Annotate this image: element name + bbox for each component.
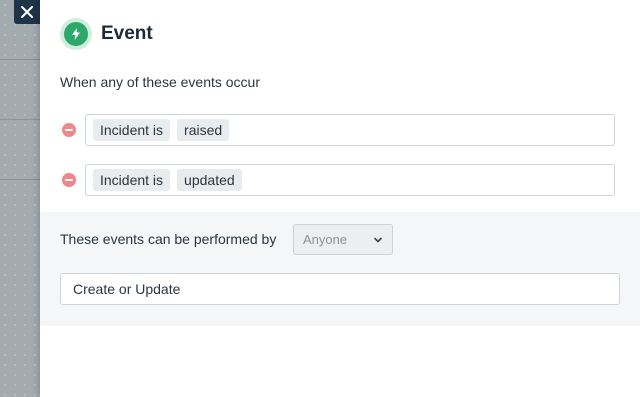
event-condition-field[interactable]: Incident is raised: [85, 114, 615, 146]
events-intro-text: When any of these events occur: [60, 74, 260, 90]
event-panel: Event When any of these events occur Inc…: [40, 0, 640, 397]
close-icon: [21, 6, 33, 18]
event-condition-field[interactable]: Incident is updated: [85, 164, 615, 196]
event-subject-chip: Incident is: [93, 119, 171, 141]
chevron-down-icon: [374, 237, 382, 243]
background-divider: [0, 59, 40, 60]
event-type-badge: [60, 18, 92, 50]
event-action-chip[interactable]: raised: [177, 119, 230, 141]
performer-selected-value: Anyone: [303, 232, 348, 247]
performer-select[interactable]: Anyone: [293, 224, 393, 255]
event-action-chip[interactable]: updated: [177, 169, 242, 191]
panel-header: Event: [60, 18, 153, 50]
performer-label: These events can be performed by: [60, 231, 277, 247]
remove-event-icon[interactable]: [62, 173, 76, 187]
background-overlay: [0, 0, 40, 397]
background-divider: [0, 119, 40, 120]
lightning-bolt-icon: [72, 28, 80, 40]
close-button[interactable]: [14, 0, 40, 24]
background-divider: [0, 179, 40, 180]
remove-event-icon[interactable]: [62, 123, 76, 137]
performer-section: These events can be performed by Anyone …: [40, 212, 640, 326]
event-condition-row: Incident is raised: [62, 113, 615, 147]
event-condition-row: Incident is updated: [62, 163, 615, 197]
event-subject-chip: Incident is: [93, 169, 171, 191]
event-mode-input[interactable]: Create or Update: [60, 273, 620, 305]
panel-title: Event: [101, 23, 153, 44]
